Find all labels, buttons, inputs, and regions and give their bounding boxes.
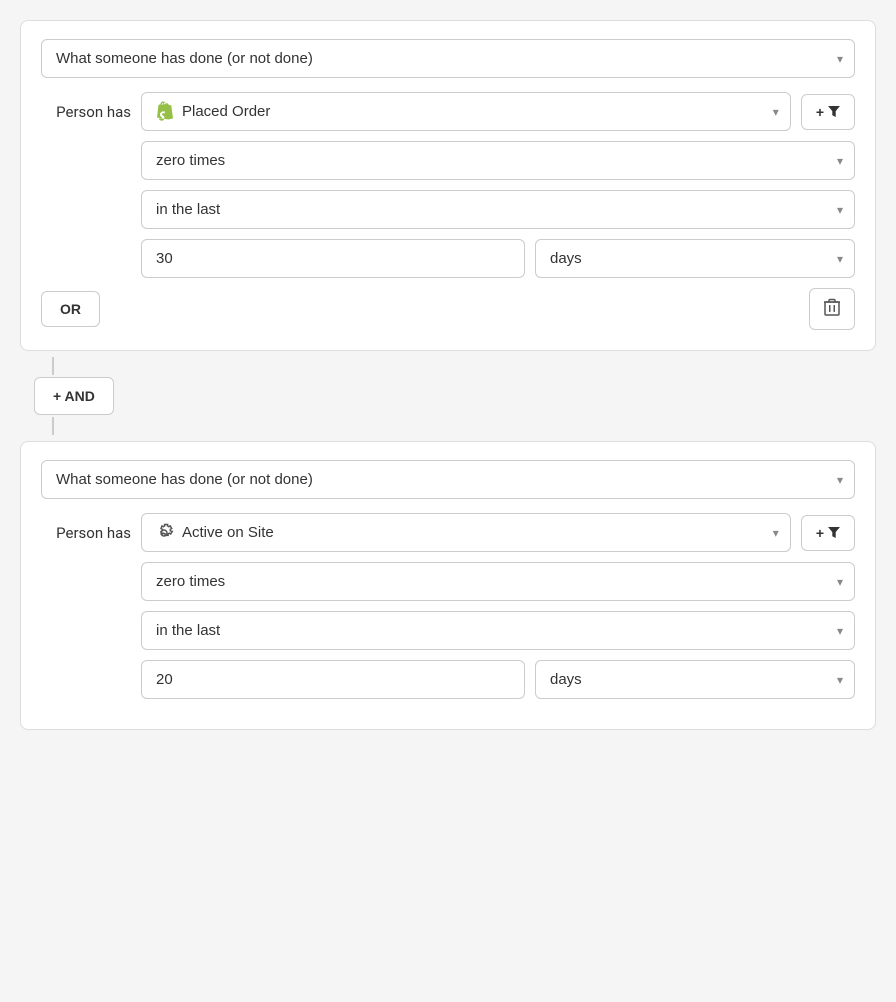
- funnel-icon-1: [828, 106, 840, 117]
- condition-block-1: What someone has done (or not done) ▾ Pe…: [20, 20, 876, 351]
- unit-select-2[interactable]: days: [535, 660, 855, 699]
- unit-select-wrapper-2: days ▾: [535, 660, 855, 699]
- number-unit-row-2: days ▾: [141, 660, 855, 699]
- person-has-row-2: Person has Active on Site ▾ +: [41, 513, 855, 552]
- timeframe-row-1: in the last ▾: [141, 190, 855, 229]
- condition-type-row-2: What someone has done (or not done) ▾: [41, 460, 855, 499]
- person-has-label-1: Person has: [41, 103, 131, 121]
- unit-select-wrapper-1: days ▾: [535, 239, 855, 278]
- condition-block-2: What someone has done (or not done) ▾ Pe…: [20, 441, 876, 730]
- number-unit-row-1: days ▾: [141, 239, 855, 278]
- frequency-select-2[interactable]: zero times: [141, 562, 855, 601]
- frequency-select-1[interactable]: zero times: [141, 141, 855, 180]
- timeframe-select-wrapper-2: in the last ▾: [141, 611, 855, 650]
- timeframe-row-2: in the last ▾: [141, 611, 855, 650]
- event-select-2[interactable]: Active on Site: [141, 513, 791, 552]
- and-connector: + AND: [20, 357, 876, 435]
- connector-line-bottom: [52, 417, 54, 435]
- delete-button-1[interactable]: [809, 288, 855, 330]
- timeframe-select-wrapper-1: in the last ▾: [141, 190, 855, 229]
- type-select-wrapper-2: What someone has done (or not done) ▾: [41, 460, 855, 499]
- person-has-row-1: Person has Placed Order ▾ +: [41, 92, 855, 131]
- event-select-wrapper-1: Placed Order ▾: [141, 92, 791, 131]
- type-select-1[interactable]: What someone has done (or not done): [41, 39, 855, 78]
- number-wrapper-2: [141, 660, 525, 699]
- timeframe-select-2[interactable]: in the last: [141, 611, 855, 650]
- number-input-2[interactable]: [141, 660, 525, 699]
- number-input-1[interactable]: [141, 239, 525, 278]
- frequency-select-wrapper-2: zero times ▾: [141, 562, 855, 601]
- timeframe-select-1[interactable]: in the last: [141, 190, 855, 229]
- plus-icon-1: +: [816, 104, 824, 120]
- add-filter-btn-2[interactable]: +: [801, 515, 855, 551]
- frequency-row-2: zero times ▾: [141, 562, 855, 601]
- condition-type-row-1: What someone has done (or not done) ▾: [41, 39, 855, 78]
- trash-icon-1: [824, 298, 840, 316]
- plus-icon-2: +: [816, 525, 824, 541]
- event-select-wrapper-2: Active on Site ▾: [141, 513, 791, 552]
- frequency-row-1: zero times ▾: [141, 141, 855, 180]
- funnel-icon-2: [828, 527, 840, 538]
- unit-select-1[interactable]: days: [535, 239, 855, 278]
- event-select-1[interactable]: Placed Order: [141, 92, 791, 131]
- person-has-label-2: Person has: [41, 524, 131, 542]
- type-select-2[interactable]: What someone has done (or not done): [41, 460, 855, 499]
- or-button-1[interactable]: OR: [41, 291, 100, 327]
- type-select-wrapper-1: What someone has done (or not done) ▾: [41, 39, 855, 78]
- bottom-row-1: OR: [41, 288, 855, 330]
- connector-line-top: [52, 357, 54, 375]
- and-button[interactable]: + AND: [34, 377, 114, 415]
- number-wrapper-1: [141, 239, 525, 278]
- add-filter-btn-1[interactable]: +: [801, 94, 855, 130]
- frequency-select-wrapper-1: zero times ▾: [141, 141, 855, 180]
